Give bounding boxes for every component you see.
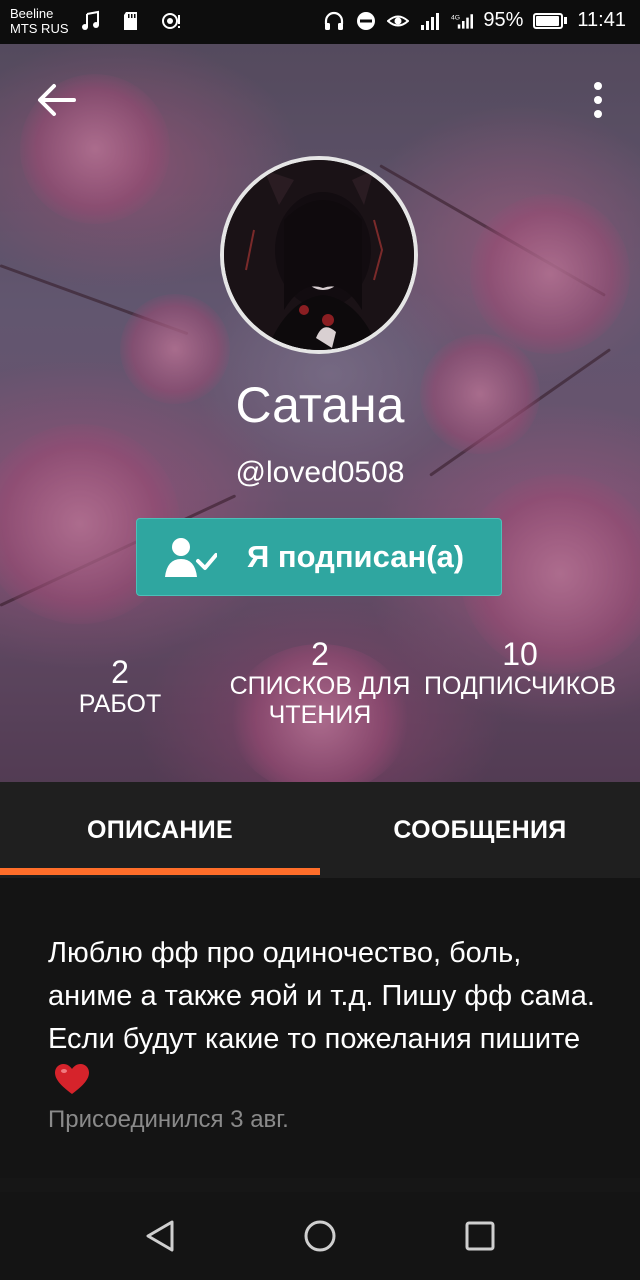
hotspot-icon (162, 13, 180, 29)
nav-home-icon[interactable] (298, 1214, 342, 1258)
stat-followers[interactable]: 10 ПОДПИСЧИКОВ (420, 636, 620, 701)
notification-icons (80, 10, 182, 32)
tab-messages[interactable]: СООБЩЕНИЯ (320, 782, 640, 878)
battery-icon (533, 12, 568, 29)
profile-screen: Beeline MTS RUS 4G 95% 11:41 Сатана @lov… (0, 0, 640, 1280)
nav-recent-apps-icon[interactable] (458, 1214, 502, 1258)
active-tab-indicator (0, 868, 320, 875)
eye-comfort-icon (387, 15, 410, 26)
following-button[interactable]: Я подписан(а) (136, 518, 502, 596)
signal-4g-icon: 4G (451, 13, 474, 29)
stat-reading-lists-label: СПИСКОВ ДЛЯ ЧТЕНИЯ (229, 672, 411, 729)
stat-reading-lists-count: 2 (311, 636, 329, 672)
clock: 11:41 (577, 9, 626, 31)
join-date: Присоединился 3 авг. (48, 1106, 289, 1133)
status-bar: Beeline MTS RUS 4G 95% 11:41 (0, 0, 640, 44)
stat-works-count: 2 (111, 654, 129, 690)
system-status: 4G 95% 11:41 (323, 9, 626, 32)
stat-reading-lists[interactable]: 2 СПИСКОВ ДЛЯ ЧТЕНИЯ (220, 636, 420, 730)
profile-bio: Люблю фф про одиночество, боль, аниме а … (48, 932, 608, 1104)
user-check-icon (165, 538, 217, 577)
battery-percent: 95% (483, 9, 524, 31)
profile-name: Сатана (235, 377, 405, 433)
signal-strength-icon (421, 12, 440, 30)
nav-back-icon[interactable] (140, 1214, 184, 1258)
do-not-disturb-icon (357, 11, 376, 30)
sd-card-icon (124, 12, 137, 30)
avatar[interactable] (220, 156, 418, 354)
profile-bio-text: Люблю фф про одиночество, боль, аниме а … (48, 937, 595, 1055)
description-panel: Люблю фф про одиночество, боль, аниме а … (0, 878, 640, 1178)
carrier-secondary: MTS RUS (10, 21, 69, 36)
tab-description[interactable]: ОПИСАНИЕ (0, 782, 320, 878)
stat-works[interactable]: 2 РАБОТ (60, 654, 180, 719)
profile-username: @loved0508 (235, 456, 405, 489)
carrier-info: Beeline MTS RUS (10, 6, 69, 36)
network-type-label: 4G (451, 14, 460, 21)
headphones-icon (325, 11, 344, 30)
stat-works-label: РАБОТ (78, 690, 162, 718)
profile-header: Сатана @loved0508 Я подписан(а) 2 РАБОТ … (0, 44, 640, 782)
red-heart-icon (55, 1064, 89, 1094)
avatar-illustration (224, 160, 414, 350)
stat-followers-label: ПОДПИСЧИКОВ (424, 672, 616, 700)
stat-followers-count: 10 (502, 636, 538, 672)
more-options-icon[interactable] (586, 78, 610, 122)
music-note-icon (82, 10, 99, 30)
profile-tabs: ОПИСАНИЕ СООБЩЕНИЯ (0, 782, 640, 878)
back-arrow-icon[interactable] (34, 78, 78, 122)
system-navigation-bar (0, 1192, 640, 1280)
following-button-label: Я подписан(а) (247, 539, 465, 574)
carrier-primary: Beeline (10, 6, 54, 21)
